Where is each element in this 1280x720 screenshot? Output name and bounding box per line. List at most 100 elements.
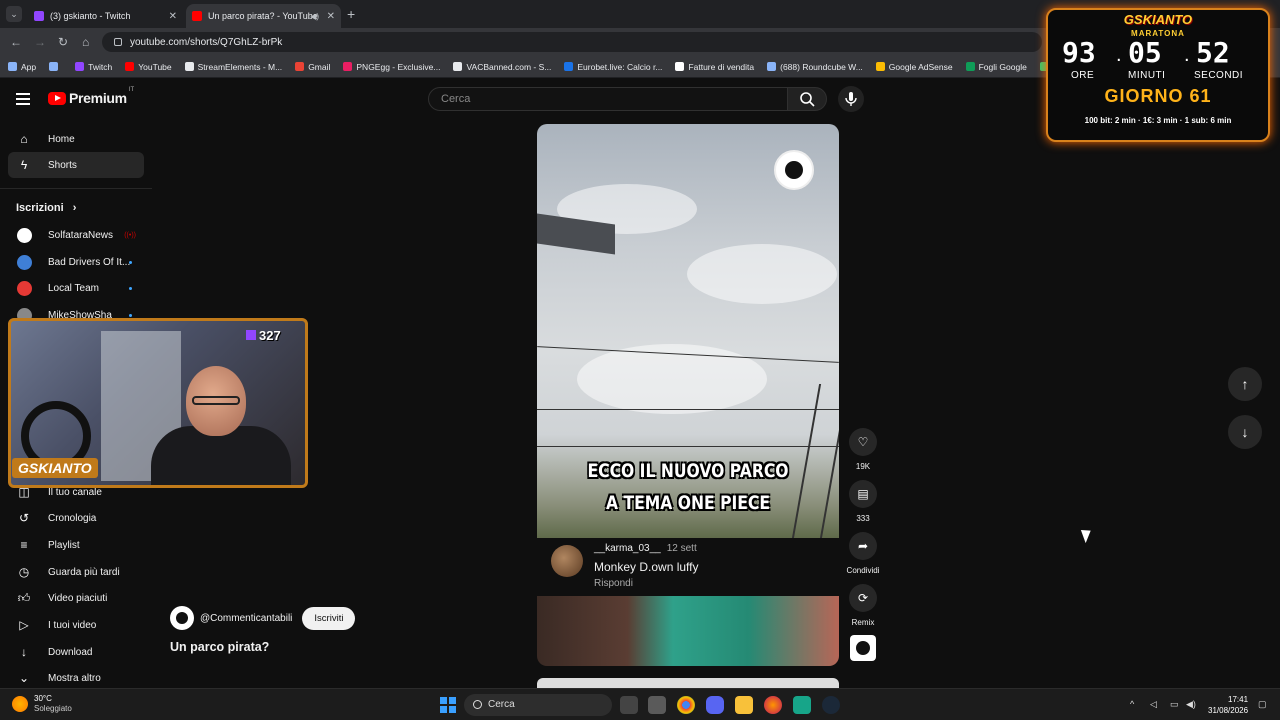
- like-button[interactable]: ♡: [849, 428, 877, 456]
- tab-youtube[interactable]: Un parco pirata? - YouTube ◀) ✕: [186, 4, 341, 28]
- clock-time: 17:41: [1228, 695, 1249, 704]
- taskbar-search[interactable]: Cerca: [464, 694, 612, 716]
- bookmark-pngegg[interactable]: PNGEgg - Exclusive...: [343, 62, 440, 72]
- timer-day-label: GIORNO 61: [1104, 86, 1212, 106]
- bookmark-streamelements[interactable]: StreamElements - M...: [184, 62, 282, 72]
- comments-button[interactable]: ▤: [849, 480, 877, 508]
- subscribe-button[interactable]: Iscriviti: [302, 606, 356, 630]
- new-tab-button[interactable]: +: [347, 6, 355, 22]
- subscription-item[interactable]: Bad Drivers Of It...: [8, 249, 144, 275]
- bookmark-label: YouTube: [138, 61, 172, 72]
- bookmark-apps[interactable]: App: [8, 62, 36, 72]
- forward-icon[interactable]: →: [34, 35, 46, 49]
- store-icon[interactable]: [648, 696, 666, 714]
- grid-icon: [49, 62, 59, 71]
- channel-avatar[interactable]: [170, 606, 194, 630]
- bookmark-eurobet[interactable]: Eurobet.live: Calcio r...: [564, 62, 662, 72]
- notification-icon[interactable]: ▢: [1258, 699, 1267, 710]
- bookmark-fatture[interactable]: Fatture di vendita: [675, 62, 754, 72]
- sidebar-item-history[interactable]: ↺ Cronologia: [8, 505, 144, 531]
- volume-icon[interactable]: ◀): [1186, 699, 1196, 710]
- voice-search-button[interactable]: [838, 86, 864, 112]
- next-short-button[interactable]: ↓: [1228, 415, 1262, 449]
- comment-count: 333: [856, 514, 870, 523]
- subscription-item[interactable]: SolfataraNews ((•)): [8, 222, 144, 248]
- remix-button[interactable]: ⟳: [849, 584, 877, 612]
- sidebar-item-liked-videos[interactable]: 👍︎ Video piaciuti: [8, 585, 144, 611]
- chevron-down-icon: ⌄: [18, 671, 30, 685]
- windows-logo-tile: [449, 697, 456, 704]
- site-info-icon[interactable]: [114, 38, 122, 46]
- share-button[interactable]: ➦: [849, 532, 877, 560]
- network-icon[interactable]: ▭: [1170, 699, 1179, 710]
- subscription-item[interactable]: Local Team: [8, 275, 144, 301]
- search-input[interactable]: Cerca: [428, 87, 788, 111]
- sidebar-item-shorts[interactable]: ϟ Shorts: [8, 152, 144, 178]
- firefox-icon[interactable]: [764, 696, 782, 714]
- back-icon[interactable]: ←: [10, 35, 22, 49]
- bookmark-label: Gmail: [308, 61, 331, 72]
- sidebar-item-watch-later[interactable]: ◷ Guarda più tardi: [8, 559, 144, 585]
- microphone-icon: [845, 92, 857, 106]
- menu-icon[interactable]: [16, 93, 30, 105]
- task-view-icon[interactable]: [620, 696, 638, 714]
- windows-logo-tile: [449, 706, 456, 713]
- comment-username[interactable]: __karma_03__: [594, 543, 661, 554]
- pinned-comment[interactable]: __karma_03__ 12 sett Monkey D.own luffy R…: [537, 538, 839, 596]
- apps-grid-icon: [8, 62, 17, 71]
- upcoming-short-preview[interactable]: [537, 678, 839, 688]
- location-icon[interactable]: ◁: [1150, 699, 1157, 710]
- short-title[interactable]: Un parco pirata?: [170, 640, 269, 654]
- app-icon[interactable]: [793, 696, 811, 714]
- bookmark-gmail[interactable]: Gmail: [295, 62, 330, 72]
- bookmark-label: App: [21, 61, 37, 72]
- bookmark-sheets[interactable]: Fogli Google: [965, 62, 1027, 72]
- video-caption-line1: ECCO IL NUOVO PARCO: [587, 460, 789, 482]
- show-hidden-icons-icon[interactable]: ^: [1130, 699, 1134, 709]
- chrome-icon[interactable]: [677, 696, 695, 714]
- sidebar-item-playlist[interactable]: ≡ Playlist: [8, 532, 144, 558]
- sidebar-item-label: Il tuo canale: [48, 486, 102, 498]
- bookmark-item[interactable]: [49, 62, 62, 71]
- home-button-icon[interactable]: ⌂: [82, 35, 89, 49]
- channel-name[interactable]: @Commenticantabili: [200, 613, 292, 624]
- roundcube-icon: [767, 62, 777, 71]
- search-button[interactable]: [787, 87, 827, 111]
- video-caption-line2: A TEMA ONE PIECE: [605, 492, 771, 514]
- arrow-up-icon: ↑: [1241, 376, 1249, 392]
- bookmark-roundcube[interactable]: (688) Roundcube W...: [767, 62, 863, 72]
- previous-short-button[interactable]: ↑: [1228, 367, 1262, 401]
- taskbar-clock[interactable]: 17:41 31/08/2026: [1208, 694, 1248, 716]
- tab-search-button[interactable]: ⌄: [6, 6, 22, 22]
- comment-date: 12 sett: [666, 543, 697, 554]
- youtube-logo[interactable]: Premium IT: [48, 87, 134, 106]
- bookmark-vacbanned[interactable]: VACBanned.com - S...: [453, 62, 551, 72]
- close-tab-icon[interactable]: ✕: [169, 11, 177, 22]
- reply-button[interactable]: Rispondi: [594, 578, 633, 589]
- commenter-avatar[interactable]: [551, 545, 583, 577]
- bookmark-youtube[interactable]: YouTube: [125, 61, 172, 72]
- bookmark-twitch[interactable]: Twitch: [75, 62, 112, 72]
- chevron-right-icon: ›: [72, 202, 77, 214]
- address-bar[interactable]: youtube.com/shorts/Q7GhLZ-brPk: [102, 32, 1042, 52]
- close-tab-icon[interactable]: ✕: [327, 11, 335, 22]
- audio-icon[interactable]: ◀): [310, 12, 319, 21]
- like-count: 19K: [855, 462, 871, 471]
- bookmark-adsense[interactable]: Google AdSense: [875, 62, 953, 72]
- reload-icon[interactable]: ↻: [58, 35, 68, 49]
- sound-thumbnail[interactable]: [850, 635, 876, 661]
- sidebar-item-your-videos[interactable]: ▷ I tuoi video: [8, 612, 144, 638]
- sidebar-item-home[interactable]: ⌂ Home: [8, 126, 144, 152]
- discord-icon[interactable]: [706, 696, 724, 714]
- file-explorer-icon[interactable]: [735, 696, 753, 714]
- start-button[interactable]: [440, 697, 456, 713]
- timer-separator: .: [1116, 44, 1122, 66]
- subscriptions-heading[interactable]: Iscrizioni ›: [16, 202, 76, 214]
- sidebar-item-downloads[interactable]: ↓ Download: [8, 639, 144, 665]
- next-short-preview[interactable]: [537, 596, 839, 666]
- steam-icon[interactable]: [822, 696, 840, 714]
- tab-twitch[interactable]: (3) gskianto - Twitch ✕: [28, 4, 183, 28]
- weather-widget[interactable]: 30°C Soleggiato: [12, 694, 72, 714]
- short-video-player[interactable]: ECCO IL NUOVO PARCO A TEMA ONE PIECE: [537, 124, 839, 538]
- gmail-icon: [295, 62, 305, 71]
